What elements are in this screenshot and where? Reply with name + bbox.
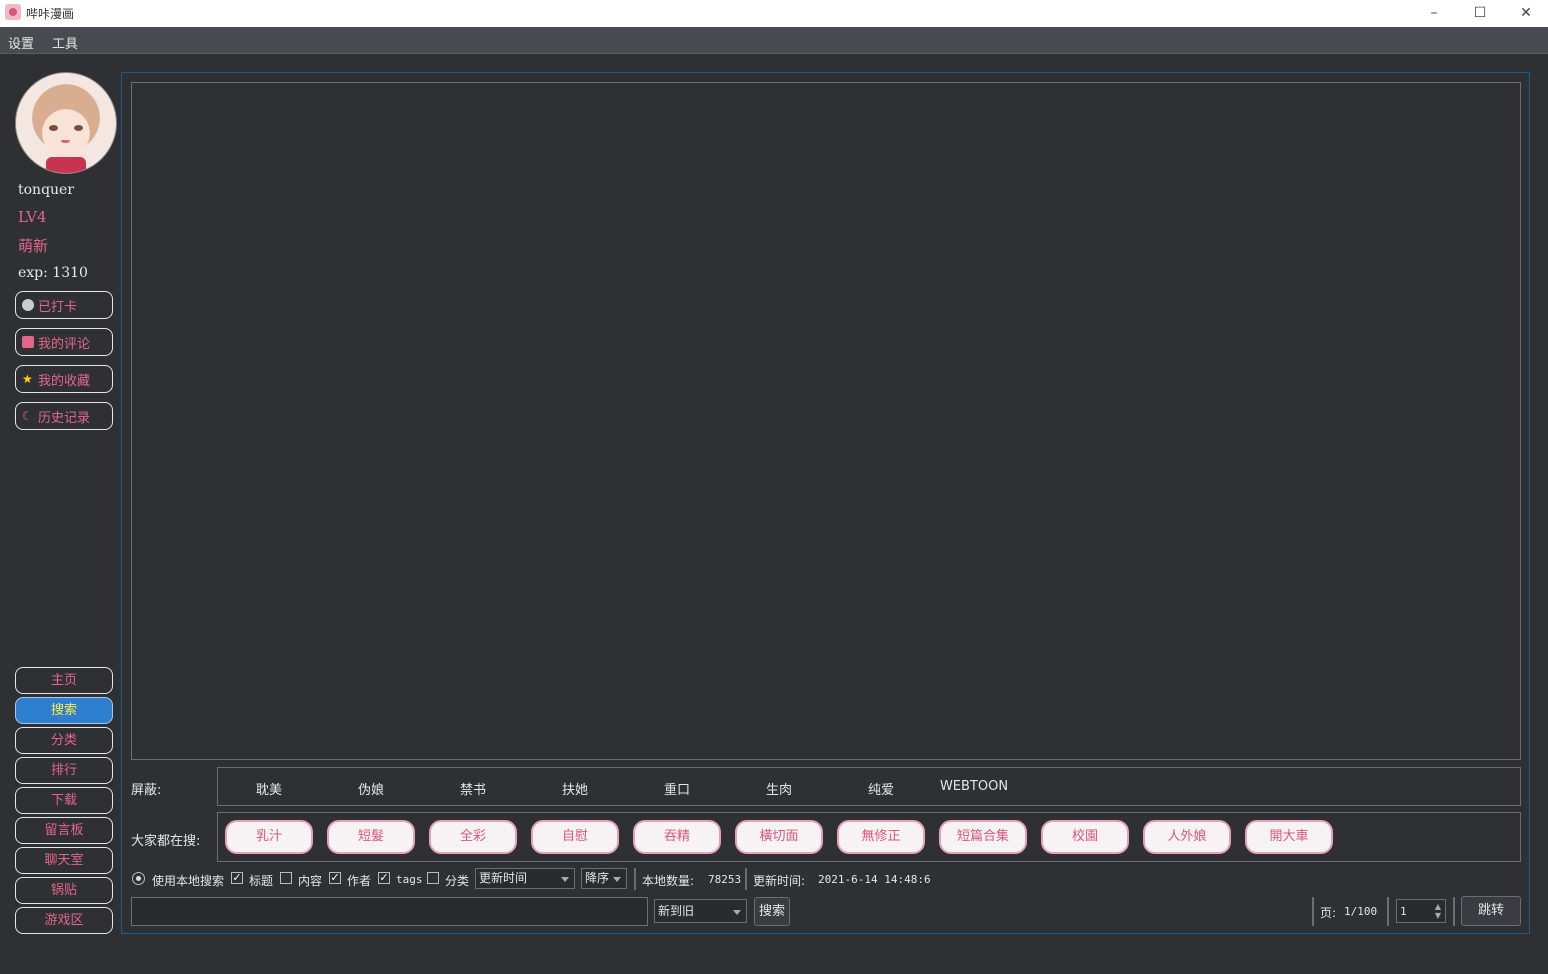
window-title: 哔咔漫画: [26, 7, 75, 21]
sort-field-value: 更新时间: [479, 871, 528, 885]
nav-rank[interactable]: 排行: [15, 757, 113, 784]
block-tag[interactable]: 耽美: [229, 779, 309, 798]
user-title: 萌新: [18, 237, 49, 255]
hot-tag[interactable]: 無修正: [837, 820, 925, 854]
hot-tag[interactable]: 校園: [1041, 820, 1129, 854]
hot-tag[interactable]: 全彩: [429, 820, 517, 854]
nav-message-board[interactable]: 留言板: [15, 817, 113, 844]
local-search-label: 使用本地搜索: [152, 874, 225, 888]
divider: [634, 868, 636, 890]
block-tag[interactable]: 伪娘: [331, 779, 411, 798]
hot-tag[interactable]: 乳汁: [225, 820, 313, 854]
hot-tag[interactable]: 短髮: [327, 820, 415, 854]
nav-posts[interactable]: 锅贴: [15, 877, 113, 904]
my-comments-button[interactable]: 我的评论: [15, 328, 113, 356]
divider: [1387, 897, 1389, 926]
local-search-radio[interactable]: [132, 872, 145, 885]
chevron-down-icon: [733, 910, 741, 915]
sort-order-select[interactable]: 降序: [581, 868, 627, 889]
block-tag[interactable]: 禁书: [433, 779, 513, 798]
my-favorites-button[interactable]: ★ 我的收藏: [15, 365, 113, 393]
heart-icon: [22, 299, 34, 311]
nav-home[interactable]: 主页: [15, 667, 113, 694]
search-results-area[interactable]: [131, 82, 1521, 760]
spinner-arrows-icon[interactable]: ▲ ▼: [1435, 902, 1441, 920]
nav-download[interactable]: 下载: [15, 787, 113, 814]
sort-order-value: 降序: [585, 871, 610, 885]
star-icon: ★: [22, 372, 33, 386]
divider: [1312, 897, 1314, 926]
jump-button[interactable]: 跳转: [1461, 896, 1521, 926]
sort-field-select[interactable]: 更新时间: [475, 868, 575, 889]
user-exp: exp: 1310: [18, 265, 88, 281]
page-label: 页:: [1320, 906, 1337, 920]
title-checkbox-label: 标题: [249, 874, 274, 888]
block-tag[interactable]: 重口: [637, 779, 717, 798]
block-tag[interactable]: 生肉: [739, 779, 819, 798]
checkin-label: 已打卡: [38, 299, 78, 315]
divider: [745, 868, 747, 890]
block-label: 屏蔽:: [131, 783, 162, 798]
content-checkbox[interactable]: [280, 872, 292, 884]
hot-tag[interactable]: 短篇合集: [939, 820, 1027, 854]
close-icon[interactable]: ✕: [1503, 0, 1548, 27]
block-tag[interactable]: 扶她: [535, 779, 615, 798]
local-count-value: 78253: [708, 873, 742, 886]
update-time-value: 2021-6-14 14:48:6: [818, 873, 931, 886]
menu-settings[interactable]: 设置: [8, 33, 34, 52]
search-order-select[interactable]: 新到旧: [654, 899, 747, 923]
content-checkbox-label: 内容: [298, 874, 323, 888]
history-label: 历史记录: [38, 410, 91, 426]
page-info: 1/100: [1344, 905, 1378, 918]
my-comments-label: 我的评论: [38, 336, 91, 352]
search-input[interactable]: [131, 897, 648, 926]
hot-tag[interactable]: 吞精: [633, 820, 721, 854]
hot-search-label: 大家都在搜:: [131, 834, 201, 849]
menu-tools[interactable]: 工具: [52, 33, 78, 52]
avatar[interactable]: [15, 72, 117, 174]
hot-tag[interactable]: 人外娘: [1143, 820, 1231, 854]
tags-checkbox[interactable]: ✓: [378, 872, 390, 884]
page-number-value: 1: [1400, 905, 1407, 918]
title-bar: [0, 0, 1548, 27]
page-number-spinbox[interactable]: 1 ▲ ▼: [1396, 899, 1446, 923]
hot-tag[interactable]: 自慰: [531, 820, 619, 854]
chevron-down-icon: [561, 877, 569, 882]
app-logo-icon: [5, 4, 21, 20]
chevron-down-icon: [613, 877, 621, 882]
history-button[interactable]: ☾ 历史记录: [15, 402, 113, 430]
minimize-icon[interactable]: –: [1411, 0, 1457, 27]
moon-icon: ☾: [22, 409, 33, 423]
maximize-icon[interactable]: ☐: [1457, 0, 1503, 27]
nav-search[interactable]: 搜索: [15, 697, 113, 724]
nav-games[interactable]: 游戏区: [15, 907, 113, 934]
author-checkbox-label: 作者: [347, 874, 372, 888]
category-checkbox[interactable]: [427, 872, 439, 884]
tags-checkbox-label: tags: [396, 873, 423, 886]
author-checkbox[interactable]: ✓: [329, 872, 341, 884]
user-level: LV4: [18, 208, 47, 226]
title-checkbox[interactable]: ✓: [231, 872, 243, 884]
nav-chat-room[interactable]: 聊天室: [15, 847, 113, 874]
block-tag[interactable]: WEBTOON: [934, 779, 1014, 794]
block-tag[interactable]: 纯爱: [841, 779, 921, 798]
search-button[interactable]: 搜索: [754, 897, 790, 926]
comment-icon: [22, 336, 34, 348]
hot-tag[interactable]: 橫切面: [735, 820, 823, 854]
update-time-label: 更新时间:: [753, 874, 806, 888]
hot-tag[interactable]: 開大車: [1245, 820, 1333, 854]
divider: [1453, 897, 1455, 926]
nav-category[interactable]: 分类: [15, 727, 113, 754]
my-favorites-label: 我的收藏: [38, 373, 91, 389]
username: tonquer: [18, 182, 75, 198]
category-checkbox-label: 分类: [445, 874, 470, 888]
checkin-button[interactable]: 已打卡: [15, 291, 113, 319]
menu-bar: [0, 27, 1548, 54]
search-order-value: 新到旧: [658, 904, 695, 918]
local-count-label: 本地数量:: [642, 874, 695, 888]
